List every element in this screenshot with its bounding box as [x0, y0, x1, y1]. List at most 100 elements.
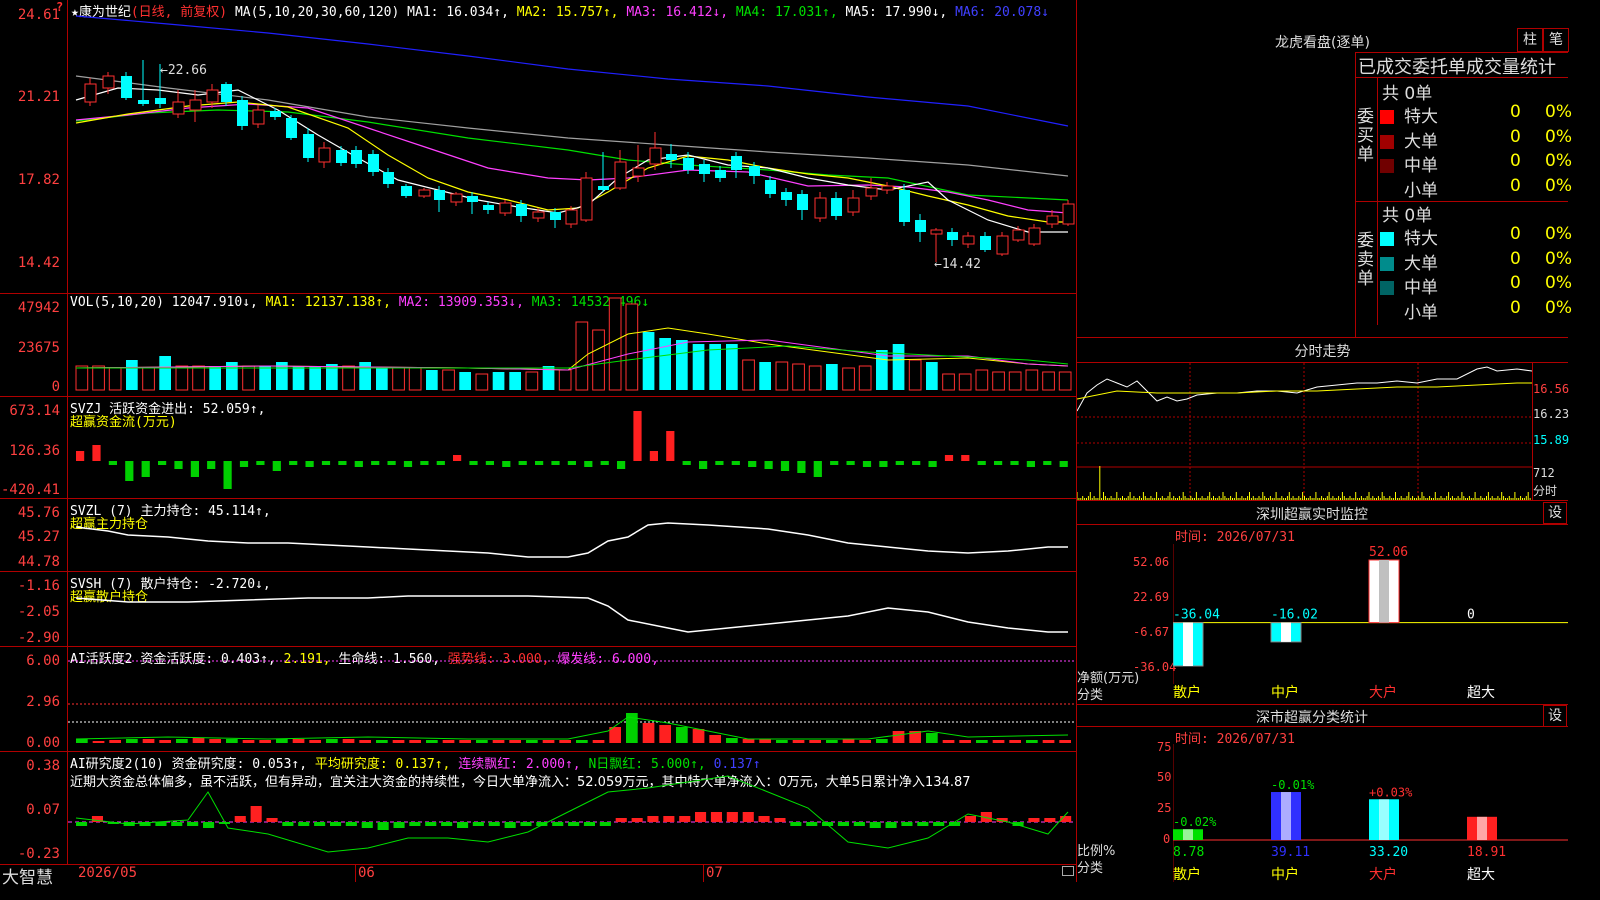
activity-bar	[576, 740, 588, 743]
order-color-swatch	[1380, 110, 1394, 124]
intraday-vol: 712	[1533, 466, 1555, 480]
volume-bar	[1025, 369, 1039, 391]
research-bar	[599, 822, 611, 826]
order-percent: 0%	[1545, 126, 1572, 147]
flow-bar	[108, 461, 117, 465]
svsh-tick: -2.90	[17, 630, 60, 646]
price-tick: 24.61	[17, 7, 60, 23]
activity-bar	[476, 740, 488, 743]
volume-bar	[826, 364, 838, 390]
flow-bar	[1010, 461, 1019, 465]
volume-bar	[642, 332, 655, 390]
research-bar	[568, 822, 580, 826]
volume-bar	[676, 340, 688, 390]
volume-bar	[192, 365, 205, 391]
activity-bar	[859, 740, 871, 743]
volume-bar	[908, 359, 922, 391]
volume-bar	[142, 367, 155, 391]
volume-bar	[625, 303, 639, 391]
stats-settings-button[interactable]: 设	[1543, 705, 1567, 727]
bar-view-button[interactable]: 柱	[1517, 28, 1543, 52]
activity-bar	[226, 739, 238, 743]
ma4-line	[75, 109, 1069, 201]
activity-bar	[1059, 740, 1071, 743]
monitor-settings-button[interactable]: 设	[1543, 502, 1567, 524]
price-tick: 14.42	[17, 255, 60, 271]
flow-bar	[420, 461, 429, 465]
activity-bar	[826, 740, 838, 743]
intraday-panel[interactable]: 分时走势 16.56 16.23 15.89 712 分时	[1077, 338, 1569, 500]
flow-bar	[617, 461, 626, 469]
monitor-tick: 22.69	[1133, 590, 1170, 604]
volume-bar	[942, 373, 955, 391]
stats-panel: 深市超赢分类统计 设 时间: 2026/07/31 75 50 25 0 比例%…	[1077, 704, 1568, 883]
research-bar	[393, 822, 405, 828]
ai2-chart[interactable]	[68, 752, 1076, 864]
activity-bar	[542, 740, 555, 743]
activity-bar	[809, 740, 821, 743]
volume-chart[interactable]	[68, 294, 1076, 396]
volume-bar	[359, 362, 371, 390]
research-bar	[345, 822, 357, 826]
svzl-chart[interactable]	[68, 499, 1076, 571]
flow-bar	[649, 451, 658, 461]
flow-bar	[666, 431, 675, 461]
stats-tick: 25	[1157, 801, 1172, 815]
candlestick-chart[interactable]: ←22.66 ←14.42	[68, 0, 1076, 293]
stats-bar-chart[interactable]: -0.02% 8.78 -0.01% 39.11 +0.03% 33.20 18.91	[1173, 744, 1568, 882]
flow-bar	[895, 461, 904, 465]
svzj-chart[interactable]	[68, 397, 1076, 498]
flow-bar	[994, 461, 1003, 465]
brand-logo: 大智慧	[2, 868, 53, 888]
stats-tick: 75	[1157, 740, 1172, 754]
ai1-chart[interactable]	[68, 647, 1076, 751]
monitor-category: 超大	[1467, 685, 1495, 701]
main-chart-area[interactable]: ? ★康为世纪(日线, 前复权) MA(5,10,20,30,60,120) M…	[0, 0, 1077, 888]
dragon-panel: 龙虎看盘(逐单) 柱 笔 已成交委托单成交量统计 委买单 共 0单 委卖单 共 …	[1077, 0, 1572, 338]
research-bar	[901, 822, 913, 826]
volume-bar	[209, 366, 221, 390]
svzl-tick: 44.78	[17, 554, 60, 570]
ratio-bar-highlight	[1183, 829, 1193, 840]
volume-bar	[92, 365, 105, 391]
order-count: 0	[1510, 102, 1521, 122]
order-color-swatch	[1380, 232, 1394, 246]
lock-icon[interactable]	[1062, 866, 1074, 876]
activity-bar	[742, 739, 755, 743]
svsh-chart[interactable]	[68, 572, 1076, 646]
flow-bar	[387, 461, 396, 465]
research-bar	[679, 816, 691, 822]
flow-bar	[715, 461, 724, 465]
intraday-chart[interactable]	[1077, 363, 1532, 500]
stats-category: 大户	[1369, 867, 1397, 883]
monitor-bar-chart[interactable]: -36.04 -16.02 52.06 0	[1173, 544, 1568, 684]
volume-bar	[808, 365, 822, 391]
flow-bar	[76, 451, 85, 461]
volume-bar	[309, 366, 321, 390]
dragon-subtitle: 已成交委托单成交量统计	[1358, 57, 1556, 78]
flow-bar	[633, 411, 642, 461]
activity-bar	[409, 740, 421, 743]
order-type: 特大	[1404, 107, 1438, 127]
volume-bar	[426, 370, 438, 390]
volume-bar	[408, 367, 422, 391]
research-bar	[695, 812, 707, 822]
research-bar	[647, 816, 659, 822]
svsh-tick: -1.16	[17, 578, 60, 594]
activity-bar	[776, 740, 788, 743]
ai2-tick: 0.07	[26, 802, 60, 818]
activity-bar	[376, 740, 388, 743]
stats-title: 深市超赢分类统计	[1256, 710, 1368, 726]
flow-bar	[518, 461, 527, 465]
monitor-axis-label: 分类	[1077, 688, 1104, 703]
tick-view-button[interactable]: 笔	[1543, 28, 1569, 52]
volume-bar	[525, 371, 539, 391]
activity-bar	[326, 739, 338, 743]
order-row: 大单 0 0%	[1380, 127, 1572, 152]
flow-bar	[535, 461, 544, 465]
volume-bar	[608, 297, 622, 391]
monitor-tick: -6.67	[1133, 625, 1170, 639]
volume-bar	[509, 372, 521, 390]
order-percent: 0%	[1545, 175, 1572, 196]
activity-bar	[676, 727, 688, 743]
